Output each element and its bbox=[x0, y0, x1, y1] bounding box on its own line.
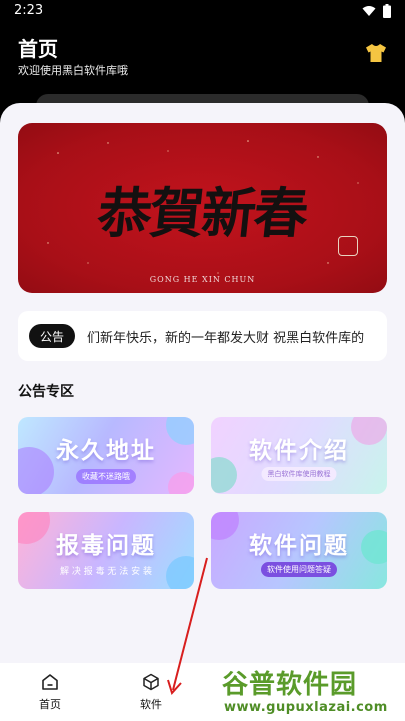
nav-label-home: 首页 bbox=[39, 698, 61, 711]
tile-subtitle: 黑白软件库使用教程 bbox=[261, 467, 337, 481]
home-icon bbox=[42, 674, 58, 690]
banner-caption: GONG HE XIN CHUN bbox=[149, 275, 256, 284]
watermark: 谷普软件园 www.gupuxlazai.com bbox=[222, 664, 405, 721]
tile-subtitle: 解 决 报 毒 无 法 安 装 bbox=[59, 567, 153, 577]
watermark-brand: 谷普软件园 bbox=[222, 670, 358, 700]
status-bar: 2:23 bbox=[0, 0, 405, 24]
tile-subtitle: 收藏不迷路哦 bbox=[76, 469, 136, 484]
notice-text: 们新年快乐，新的一年都发大财 祝黑白软件库的 bbox=[87, 331, 365, 346]
page-subtitle: 欢迎使用黑白软件库哦 bbox=[18, 64, 128, 77]
notice-badge: 公告 bbox=[29, 324, 75, 348]
status-icons bbox=[362, 4, 391, 18]
nav-label-software: 软件 bbox=[140, 698, 162, 711]
shirt-icon bbox=[366, 44, 386, 62]
tile-title: 永久地址 bbox=[56, 438, 156, 464]
seal-stamp bbox=[338, 236, 358, 256]
nav-item-home[interactable]: 首页 bbox=[20, 673, 80, 712]
tile-title: 报毒问题 bbox=[56, 533, 156, 559]
decor-blob bbox=[168, 472, 194, 494]
battery-icon bbox=[383, 4, 391, 18]
tile-software-intro[interactable]: 软件介绍 黑白软件库使用教程 bbox=[211, 417, 387, 494]
theme-button[interactable] bbox=[365, 43, 387, 63]
tile-software-issues[interactable]: 软件问题 软件使用问题答疑 bbox=[211, 512, 387, 589]
tile-title: 软件介绍 bbox=[249, 438, 349, 464]
annotation-arrow-icon bbox=[167, 557, 208, 695]
tile-permanent-address[interactable]: 永久地址 收藏不迷路哦 bbox=[18, 417, 194, 494]
section-title: 公告专区 bbox=[18, 384, 74, 400]
status-time: 2:23 bbox=[14, 3, 44, 18]
tile-title: 软件问题 bbox=[249, 533, 349, 559]
watermark-url: www.gupuxlazai.com bbox=[224, 700, 388, 715]
tile-subtitle: 软件使用问题答疑 bbox=[261, 562, 337, 577]
wifi-icon bbox=[362, 6, 376, 16]
notice-bar[interactable]: 公告 们新年快乐，新的一年都发大财 祝黑白软件库的 bbox=[18, 311, 387, 361]
new-year-banner[interactable]: 恭賀新春 GONG HE XIN CHUN bbox=[18, 123, 387, 293]
banner-title: 恭賀新春 bbox=[94, 181, 310, 245]
page-title: 首页 bbox=[18, 37, 58, 61]
box-icon bbox=[143, 673, 159, 691]
